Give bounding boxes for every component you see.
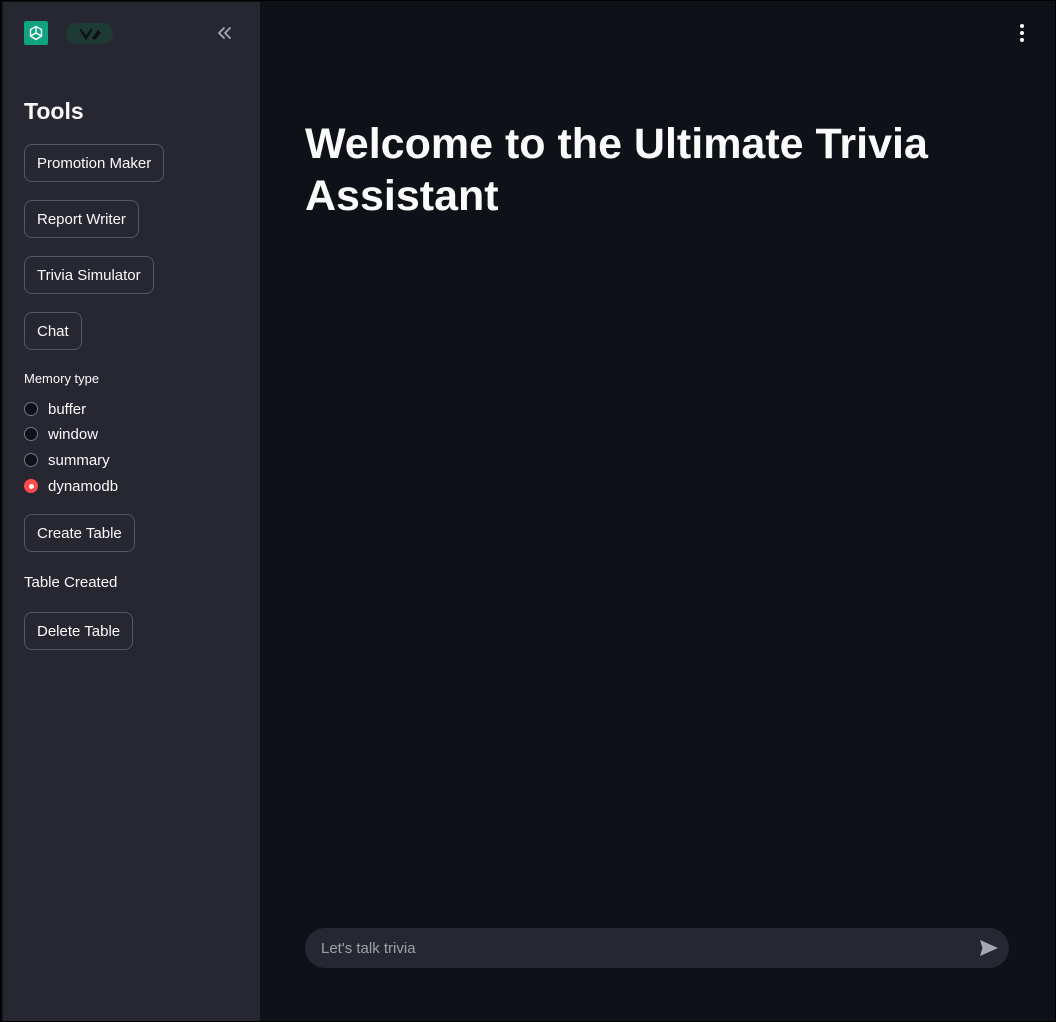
radio-button-selected[interactable] [24, 479, 38, 493]
radio-label: summary [48, 451, 110, 469]
page-title: Welcome to the Ultimate Trivia Assistant [305, 120, 928, 220]
collapse-sidebar-button[interactable] [213, 22, 235, 44]
sidebar-title: Tools [24, 98, 84, 124]
chat-input-container [305, 928, 1009, 968]
memory-option-summary[interactable]: summary [24, 450, 110, 470]
radio-button[interactable] [24, 402, 38, 416]
kebab-menu-icon[interactable] [1012, 22, 1032, 44]
status-text: Table Created [24, 574, 118, 591]
main-content: Welcome to the Ultimate Trivia Assistant [260, 2, 1055, 1021]
promotion-maker-button[interactable]: Promotion Maker [24, 144, 165, 182]
send-icon [980, 940, 998, 956]
app-window: Tools Promotion Maker Report Writer Triv… [0, 0, 1056, 1022]
create-table-button[interactable]: Create Table [24, 514, 135, 552]
streamlit-badge-icon[interactable] [66, 23, 113, 44]
delete-table-button[interactable]: Delete Table [24, 612, 134, 650]
radio-label: dynamodb [48, 477, 119, 495]
double-chevron-left-icon [218, 27, 231, 39]
openai-logo-icon [24, 21, 48, 45]
trivia-simulator-button[interactable]: Trivia Simulator [24, 256, 154, 294]
memory-option-window[interactable]: window [24, 424, 98, 444]
memory-type-label: Memory type [24, 371, 100, 386]
memory-option-buffer[interactable]: buffer [24, 399, 86, 419]
sidebar: Tools Promotion Maker Report Writer Triv… [3, 2, 260, 1021]
chat-input[interactable] [305, 928, 969, 968]
chat-button[interactable]: Chat [24, 312, 82, 350]
radio-label: buffer [48, 400, 87, 418]
radio-label: window [48, 425, 99, 443]
radio-button[interactable] [24, 427, 38, 441]
report-writer-button[interactable]: Report Writer [24, 200, 139, 238]
memory-option-dynamodb[interactable]: dynamodb [24, 476, 118, 496]
send-button[interactable] [969, 928, 1009, 968]
radio-button[interactable] [24, 453, 38, 467]
